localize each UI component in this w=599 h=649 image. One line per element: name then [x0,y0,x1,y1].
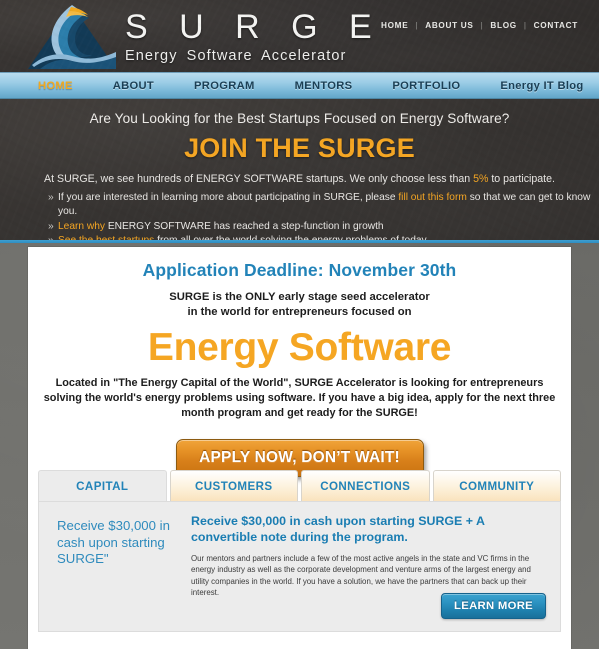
tab-community[interactable]: COMMUNITY [432,470,561,501]
apply-now-button-label: APPLY NOW, DON’T WAIT! [199,449,400,467]
top-nav-item-home[interactable]: HOME [374,21,415,30]
benefits-tabs: CAPITAL CUSTOMERS CONNECTIONS COMMUNITY … [38,470,561,632]
tab-connections-label: CONNECTIONS [320,479,411,493]
subheading-line-1: SURGE is the ONLY early stage seed accel… [169,291,430,303]
nav-item-program[interactable]: PROGRAM [194,80,255,92]
energy-software-heading: Energy Software [147,326,452,369]
section-divider [0,240,599,243]
main-navigation-list: HOME ABOUT PROGRAM MENTORS PORTFOLIO Ene… [0,80,599,92]
hero-lead-post: to participate. [488,173,555,185]
hero-bullet-pre: If you are interested in learning more a… [58,192,399,203]
hero-lead-text: At SURGE, we see hundreds of ENERGY SOFT… [0,173,599,185]
tab-list: CAPITAL CUSTOMERS CONNECTIONS COMMUNITY [38,470,561,501]
hero-bullet-link-form[interactable]: fill out this form [398,192,467,203]
hero-headline: JOIN THE SURGE [184,133,415,163]
hero-bullet-link-learn-why[interactable]: Learn why [58,221,105,232]
tab-capital-label: CAPITAL [76,479,129,493]
top-utility-nav: HOME | ABOUT US | BLOG | CONTACT [374,21,585,30]
tab-customers-label: CUSTOMERS [195,479,273,493]
brand-block: S U R G E Energy Software Accelerator [125,8,383,65]
surge-wave-triangle-logo[interactable] [26,3,118,71]
hero-bullet-item: » Learn why ENERGY SOFTWARE has reached a… [48,220,599,234]
top-nav-item-contact[interactable]: CONTACT [527,21,585,30]
tab-panel-body: Our mentors and partners include a few o… [191,554,531,598]
tab-community-label: COMMUNITY [459,479,535,493]
tab-panel-capital: Receive $30,000 in cash upon starting SU… [38,501,561,632]
nav-item-mentors[interactable]: MENTORS [295,80,353,92]
application-deadline-heading: Application Deadline: November 30th [142,260,457,280]
chevron-double-right-icon: » [48,192,54,203]
top-nav-item-about-us[interactable]: ABOUT US [418,21,480,30]
nav-item-portfolio[interactable]: PORTFOLIO [392,80,460,92]
top-nav-item-blog[interactable]: BLOG [483,21,523,30]
tab-connections[interactable]: CONNECTIONS [301,470,430,501]
learn-more-container: LEARN MORE [441,593,546,619]
hero-question: Are You Looking for the Best Startups Fo… [89,111,510,126]
main-content-panel: Application Deadline: November 30th SURG… [28,247,571,649]
hero-lead-percent: 5% [473,173,489,185]
subheading-line-2: in the world for entrepreneurs focused o… [187,305,412,318]
site-header: S U R G E Energy Software Accelerator HO… [0,0,599,72]
tab-panel-heading: Receive $30,000 in cash upon starting SU… [191,514,485,544]
hero-bullet-item: » If you are interested in learning more … [48,191,599,220]
main-navigation-bar: HOME ABOUT PROGRAM MENTORS PORTFOLIO Ene… [0,72,599,99]
tab-capital[interactable]: CAPITAL [38,470,167,501]
brand-tagline: Energy Software Accelerator [125,48,347,64]
hero-lead-pre: At SURGE, we see hundreds of ENERGY SOFT… [44,173,474,185]
chevron-double-right-icon: » [48,220,54,232]
tab-customers[interactable]: CUSTOMERS [169,470,298,501]
nav-item-energy-it-blog[interactable]: Energy IT Blog [500,80,583,92]
learn-more-button-label: LEARN MORE [454,600,533,612]
nav-item-about[interactable]: ABOUT [113,80,154,92]
nav-item-home[interactable]: HOME [38,80,73,92]
hero-bullet-post: ENERGY SOFTWARE has reached a step-funct… [105,220,384,232]
brand-name: S U R G E [125,8,383,46]
hero-banner: Are You Looking for the Best Startups Fo… [0,99,599,240]
learn-more-button[interactable]: LEARN MORE [441,593,546,619]
main-description: Located in "The Energy Capital of the Wo… [43,377,556,419]
tab-panel-quote: Receive $30,000 in cash upon starting SU… [57,518,170,566]
hero-bullet-list: » If you are interested in learning more … [0,191,599,240]
